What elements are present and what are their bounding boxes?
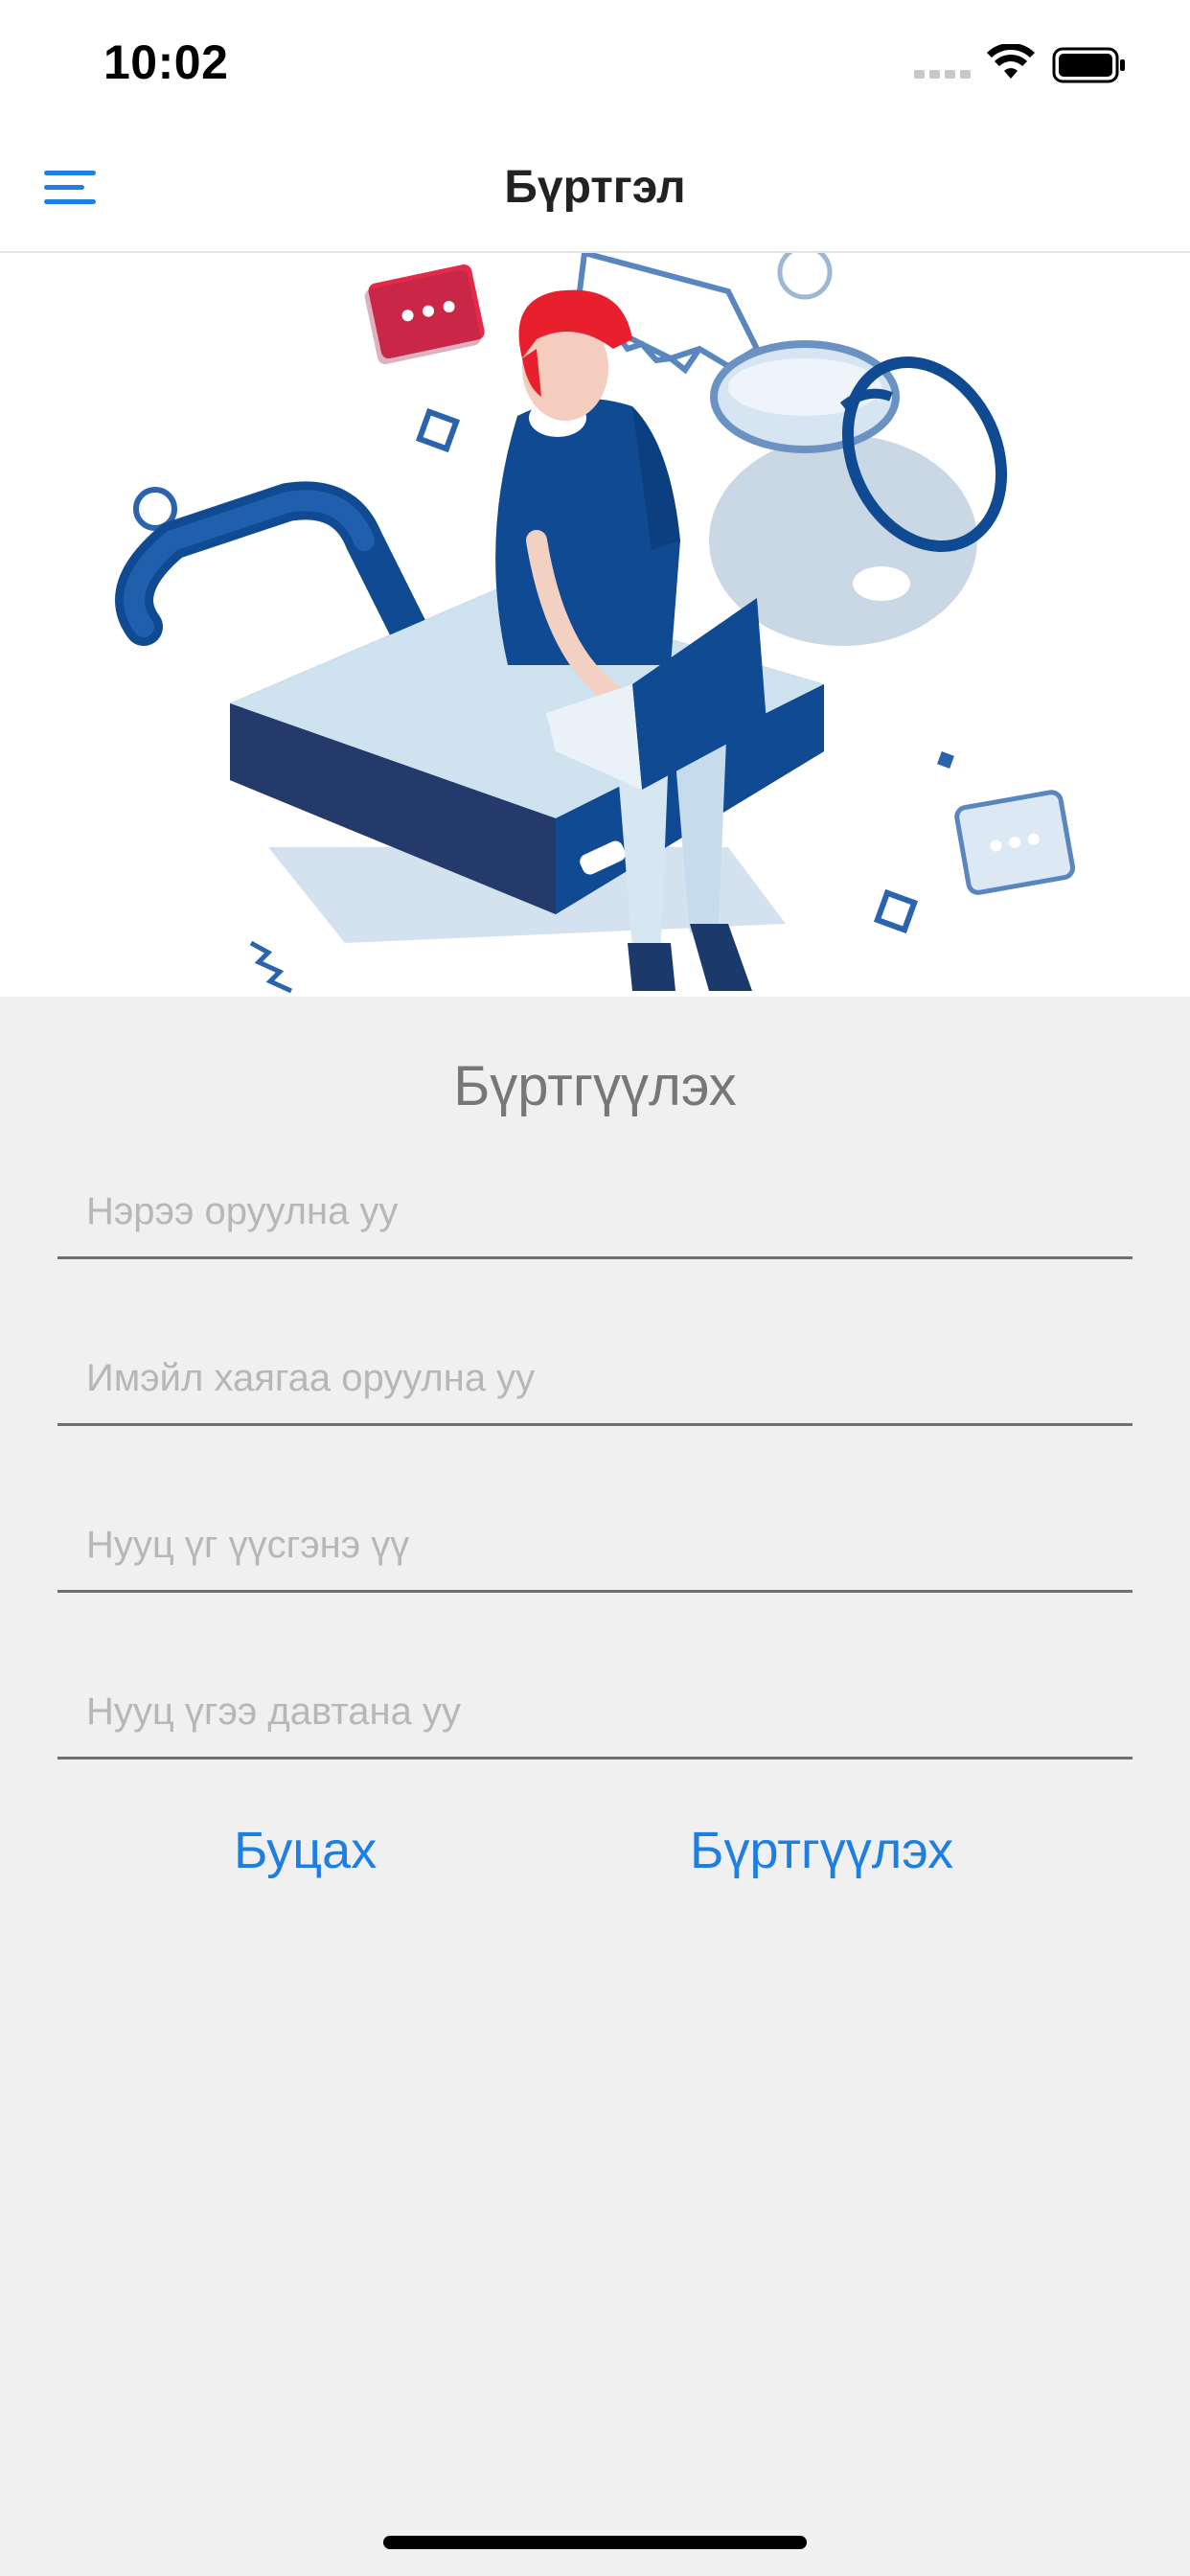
battery-icon (1052, 47, 1125, 83)
status-time: 10:02 (103, 35, 229, 89)
hero-illustration (0, 253, 1190, 997)
cellular-signal-icon (914, 70, 971, 79)
password-field (57, 1487, 1133, 1593)
navigation-bar: Бүртгэл (0, 126, 1190, 253)
register-button[interactable]: Бүртгүүлэх (690, 1821, 953, 1880)
confirm-password-input[interactable] (86, 1683, 1102, 1740)
back-button[interactable]: Буцах (234, 1821, 377, 1880)
wifi-icon (987, 44, 1035, 79)
page-title: Бүртгэл (504, 162, 686, 213)
form-heading: Бүртгүүлэх (453, 1055, 737, 1117)
name-field (57, 1154, 1133, 1259)
home-indicator[interactable] (383, 2536, 807, 2549)
status-bar: 10:02 (0, 0, 1190, 126)
email-input[interactable] (86, 1349, 1102, 1407)
email-field (57, 1321, 1133, 1426)
name-input[interactable] (86, 1183, 1102, 1240)
security-illustration (115, 253, 1076, 994)
password-input[interactable] (86, 1516, 1102, 1574)
confirm-password-field (57, 1654, 1133, 1760)
